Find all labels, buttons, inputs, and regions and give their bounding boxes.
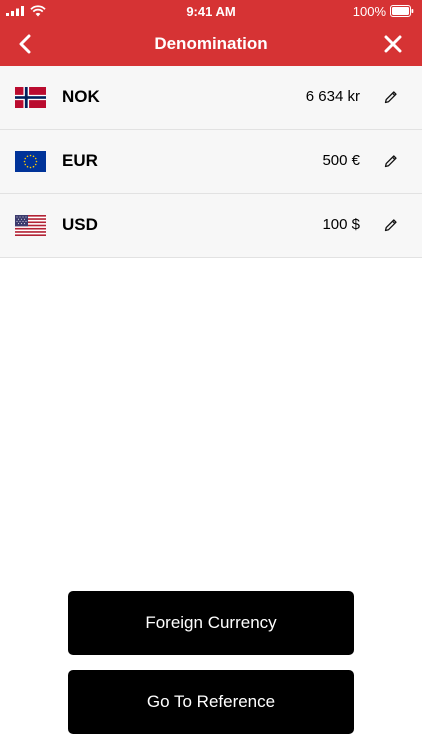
currency-amount: 100 $ (322, 216, 360, 233)
navigation-bar: Denomination (0, 22, 422, 66)
edit-button[interactable] (382, 152, 400, 170)
currency-amount: 500 € (322, 152, 360, 169)
pencil-icon (384, 219, 397, 232)
currency-list: NOK 6 634 kr EUR 500 € USD 100 $ (0, 66, 422, 258)
page-title: Denomination (154, 34, 268, 53)
currency-code: USD (62, 215, 98, 234)
app-header: 9:41 AM 100% Denomination (0, 0, 422, 66)
battery-icon (390, 5, 414, 17)
go-to-reference-button[interactable]: Go To Reference (68, 670, 354, 734)
currency-code: NOK (62, 87, 100, 106)
close-icon (384, 35, 402, 53)
edit-button[interactable] (382, 88, 400, 106)
currency-code: EUR (62, 151, 98, 170)
currency-amount: 6 634 kr (305, 88, 360, 105)
currency-row-usd[interactable]: USD 100 $ (0, 194, 422, 258)
pencil-icon (384, 91, 397, 104)
edit-button[interactable] (382, 216, 400, 234)
eu-flag-icon (15, 151, 46, 172)
close-button[interactable] (378, 30, 408, 58)
currency-row-nok[interactable]: NOK 6 634 kr (0, 66, 422, 130)
norway-flag-icon (15, 87, 46, 108)
currency-row-eur[interactable]: EUR 500 € (0, 130, 422, 194)
status-bar: 9:41 AM 100% (0, 0, 422, 22)
foreign-currency-button[interactable]: Foreign Currency (68, 591, 354, 655)
pencil-icon (384, 155, 397, 168)
battery-percent: 100% (352, 4, 386, 19)
us-flag-icon (15, 215, 46, 236)
